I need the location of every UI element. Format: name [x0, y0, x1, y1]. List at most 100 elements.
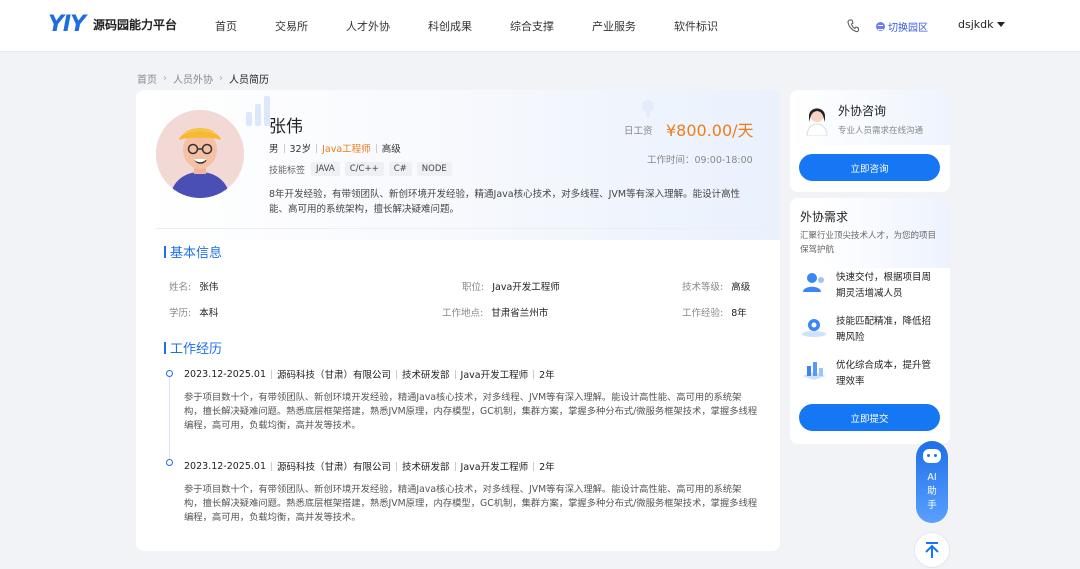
demand-title: 外协需求 — [800, 210, 849, 224]
skill-tag: C/C++ — [344, 162, 384, 176]
breadcrumb: 首页 › 人员外协 › 人员简历 — [137, 71, 269, 86]
user-name: dsjkdk — [958, 18, 994, 31]
info-position: 职位: Java开发工程师 — [462, 282, 560, 293]
breadcrumb-current: 人员简历 — [229, 75, 269, 86]
candidate-name: 张伟 — [269, 117, 303, 137]
ai-assistant-label: AI助手 — [927, 472, 937, 511]
back-to-top-button[interactable] — [914, 532, 950, 568]
divider — [396, 461, 398, 471]
ai-assistant-button[interactable]: AI助手 — [916, 441, 948, 523]
exp-dept: 技术研发部 — [402, 462, 450, 473]
gender: 男 — [269, 144, 279, 155]
work-exp-title: 工作经历 — [164, 338, 222, 357]
chevron-right-icon: › — [163, 73, 167, 84]
demand-card: 外协需求 汇聚行业顶尖技术人才，为您的项目保驾护航 快速交付，根据项目周期灵活增… — [790, 198, 950, 444]
skill-tag: JAVA — [311, 162, 340, 176]
exp-role: Java开发工程师 — [460, 462, 529, 473]
skill-tag: NODE — [416, 162, 452, 176]
user-menu[interactable]: dsjkdk — [958, 18, 1005, 31]
logo-mark: YIY — [48, 12, 86, 37]
nav-support[interactable]: 综合支撑 — [510, 18, 554, 34]
exp-company: 源码科技（甘肃）有限公司 — [277, 370, 392, 381]
candidate-meta: 男 32岁 Java工程师 高级 — [269, 141, 401, 155]
breadcrumb-outsourcing[interactable]: 人员外协 — [173, 71, 213, 86]
work-time: 工作时间：09:00-18:00 — [647, 155, 753, 166]
job-title: Java工程师 — [322, 144, 371, 155]
exp-period: 2023.12-2025.01 — [184, 460, 266, 472]
decorative-bulb-icon — [642, 100, 654, 117]
experience-header: 2023.12-2025.01 源码科技（甘肃）有限公司 技术研发部 Java开… — [184, 367, 555, 382]
consult-subtitle: 专业人员需求在线沟通 — [838, 126, 924, 136]
skills-label: 技能标签 — [269, 165, 306, 176]
exp-company: 源码科技（甘肃）有限公司 — [277, 462, 392, 473]
consult-title: 外协咨询 — [838, 104, 887, 118]
nav-talent[interactable]: 人才外协 — [346, 18, 390, 34]
breadcrumb-home[interactable]: 首页 — [137, 71, 157, 86]
candidate-intro: 8年开发经验，有带领团队、新创环境开发经验，精通Java核心技术，对多线程、JV… — [269, 189, 741, 215]
feature-item: 技能匹配精准，降低招聘风险 — [800, 314, 940, 346]
experience-description: 参于项目数十个，有带领团队、新创环境开发经验，精通Java核心技术，对多线程、J… — [184, 484, 758, 523]
robot-icon — [923, 449, 941, 463]
divider — [396, 369, 398, 379]
arrow-up-icon — [925, 542, 939, 558]
experience-header: 2023.12-2025.01 源码科技（甘肃）有限公司 技术研发部 Java开… — [184, 459, 555, 474]
nav-software[interactable]: 软件标识 — [674, 18, 718, 34]
switch-park-button[interactable]: 切换园区 — [876, 19, 928, 34]
divider — [533, 461, 535, 471]
top-header: YIY 源码园能力平台 首页 交易所 人才外协 科创成果 综合支撑 产业服务 软… — [0, 0, 1080, 52]
consult-now-button[interactable]: 立即咨询 — [799, 154, 940, 181]
feature-text: 优化综合成本，提升管理效率 — [836, 360, 932, 387]
divider — [454, 369, 456, 379]
daily-wage: ¥800.00/天 — [666, 121, 754, 140]
experience-description: 参于项目数十个，有带领团队、新创环境开发经验，精通Java核心技术，对多线程、J… — [184, 392, 758, 431]
basic-info-title: 基本信息 — [164, 242, 222, 261]
exp-period: 2023.12-2025.01 — [184, 368, 266, 380]
team-icon — [803, 273, 824, 292]
divider — [271, 369, 272, 379]
nav-home[interactable]: 首页 — [215, 18, 237, 34]
cost-chart-icon — [802, 362, 826, 380]
skill-tag: C# — [388, 162, 412, 176]
divider — [533, 369, 535, 379]
divider — [283, 143, 285, 153]
info-experience: 工作经验: 8年 — [682, 308, 747, 319]
avatar — [156, 110, 244, 198]
caret-down-icon — [996, 22, 1005, 27]
switch-park-label: 切换园区 — [888, 23, 928, 34]
switch-icon — [876, 22, 885, 31]
exp-dept: 技术研发部 — [402, 370, 450, 381]
timeline-dot — [166, 459, 173, 466]
age: 32岁 — [289, 144, 312, 155]
logo-text: 源码园能力平台 — [93, 18, 178, 32]
main-nav: 首页 交易所 人才外协 科创成果 综合支撑 产业服务 软件标识 — [215, 0, 756, 52]
consult-card: 外协咨询 专业人员需求在线沟通 立即咨询 — [790, 90, 950, 192]
skill-match-icon — [802, 319, 826, 337]
divider — [375, 143, 377, 153]
divider — [454, 461, 456, 471]
section-divider — [156, 228, 766, 229]
logo[interactable]: YIY 源码园能力平台 — [48, 12, 177, 37]
feature-item: 快速交付，根据项目周期灵活增减人员 — [800, 270, 940, 302]
feature-item: 优化综合成本，提升管理效率 — [800, 358, 940, 390]
timeline-dot — [166, 370, 173, 377]
exp-years: 2年 — [539, 370, 555, 381]
divider — [271, 461, 272, 471]
chevron-right-icon: › — [219, 73, 223, 84]
submit-now-button[interactable]: 立即提交 — [799, 404, 940, 431]
skill-tags: 技能标签 JAVA C/C++ C# NODE — [269, 162, 457, 176]
divider — [316, 143, 318, 153]
info-location: 工作地点: 甘肃省兰州市 — [442, 308, 549, 319]
demand-description: 汇聚行业顶尖技术人才，为您的项目保驾护航 — [800, 231, 937, 255]
exp-role: Java开发工程师 — [460, 370, 529, 381]
exp-years: 2年 — [539, 462, 555, 473]
phone-icon[interactable] — [847, 19, 859, 33]
level: 高级 — [381, 144, 401, 155]
resume-card: 张伟 男 32岁 Java工程师 高级 技能标签 JAVA C/C++ C# N… — [136, 90, 780, 551]
nav-industry[interactable]: 产业服务 — [592, 18, 636, 34]
info-name: 姓名: 张伟 — [169, 282, 219, 293]
feature-text: 快速交付，根据项目周期灵活增减人员 — [836, 272, 932, 299]
nav-innovation[interactable]: 科创成果 — [428, 18, 472, 34]
nav-exchange[interactable]: 交易所 — [275, 18, 308, 34]
wage-label: 日工资 — [624, 126, 653, 137]
info-tech-level: 技术等级: 高级 — [682, 282, 751, 293]
